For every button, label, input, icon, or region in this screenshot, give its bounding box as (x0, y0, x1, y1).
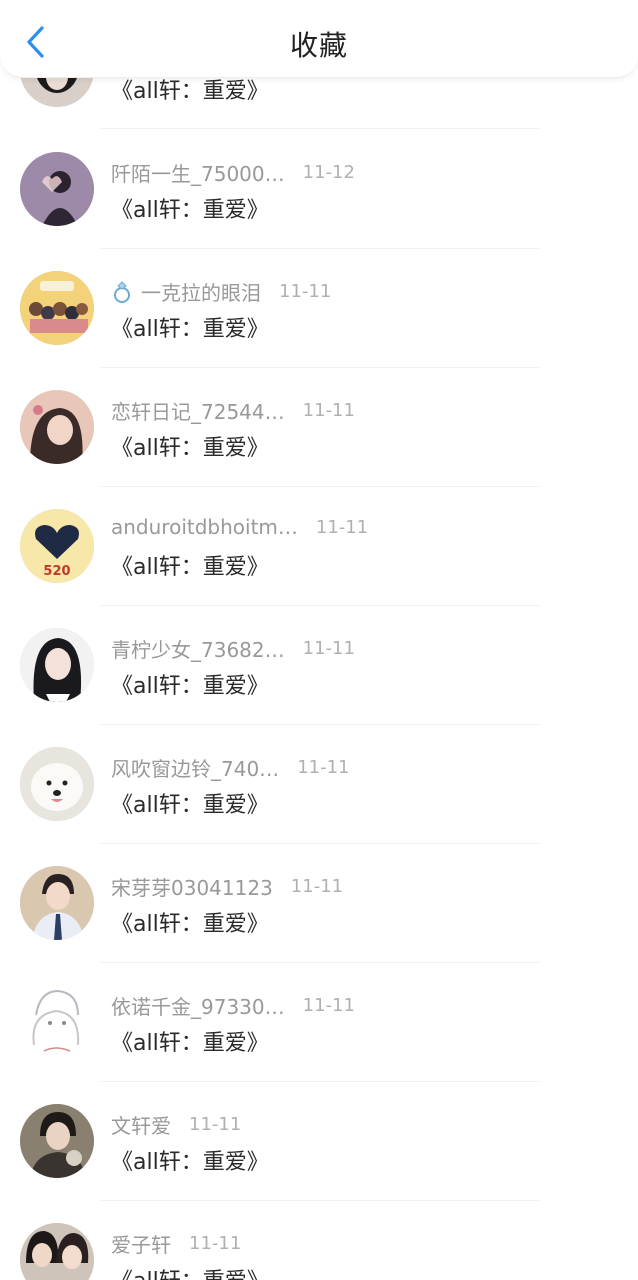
nav-header: 收藏 (0, 0, 638, 78)
post-date: 11-11 (279, 281, 332, 302)
post-date: 11-11 (189, 1114, 242, 1135)
post-title[interactable]: 《all轩：重爱》 (111, 906, 269, 938)
post-title[interactable]: 《all轩：重爱》 (111, 311, 269, 343)
divider (100, 1200, 540, 1201)
avatar[interactable] (20, 1223, 94, 1280)
username[interactable]: 依诺千金_97330… (111, 991, 285, 1020)
avatar[interactable] (20, 866, 94, 940)
list-item[interactable]: 阡陌一生_75000… 11-12 《all轩：重爱》 (0, 152, 638, 271)
avatar[interactable] (20, 152, 94, 226)
username[interactable]: 一克拉的眼泪 (141, 277, 261, 306)
divider (100, 605, 540, 606)
avatar-number: 520 (43, 564, 70, 579)
list-item[interactable]: 风吹窗边铃_740… 11-11 《all轩：重爱》 (0, 747, 638, 866)
post-title[interactable]: 《all轩：重爱》 (111, 192, 269, 224)
divider (100, 128, 540, 129)
divider (100, 1081, 540, 1082)
favorites-list: 《all轩：重爱》 阡陌一生_75000… 11-12 《all轩：重爱》 一克拉… (0, 0, 638, 1280)
post-date: 11-11 (290, 876, 344, 897)
list-item[interactable]: 文轩爱 11-11 《all轩：重爱》 (0, 1104, 638, 1223)
divider (100, 843, 540, 844)
post-title[interactable]: 《all轩：重爱》 (111, 1025, 269, 1057)
diamond-ring-icon (114, 280, 130, 303)
post-title[interactable]: 《all轩：重爱》 (111, 1263, 269, 1280)
avatar[interactable] (20, 747, 94, 821)
list-item[interactable]: 宋芽芽03041123 11-11 《all轩：重爱》 (0, 866, 638, 985)
post-date: 11-11 (189, 1233, 242, 1254)
avatar[interactable] (20, 390, 94, 464)
post-date: 11-12 (302, 162, 355, 183)
divider (100, 962, 540, 963)
username[interactable]: 文轩爱 (111, 1110, 171, 1139)
post-date: 11-11 (297, 757, 350, 778)
username[interactable]: anduroitdbhoitm… (111, 515, 298, 539)
divider (100, 367, 540, 368)
avatar[interactable] (20, 271, 94, 345)
divider (100, 248, 540, 249)
username[interactable]: 爱子轩 (111, 1229, 171, 1258)
post-date: 11-11 (302, 400, 355, 421)
list-item[interactable]: 青柠少女_73682… 11-11 《all轩：重爱》 (0, 628, 638, 747)
list-item[interactable]: 一克拉的眼泪 11-11 《all轩：重爱》 (0, 271, 638, 390)
post-title[interactable]: 《all轩：重爱》 (111, 549, 269, 581)
page-title: 收藏 (289, 29, 348, 62)
post-title[interactable]: 《all轩：重爱》 (111, 430, 269, 462)
avatar[interactable] (20, 628, 94, 702)
divider (100, 486, 540, 487)
post-date: 11-11 (302, 638, 355, 659)
post-title[interactable]: 《all轩：重爱》 (111, 1144, 269, 1176)
post-date: 11-11 (315, 516, 369, 538)
post-title[interactable]: 《all轩：重爱》 (111, 787, 269, 819)
list-item[interactable]: 520 anduroitdbhoitm… 11-11 《all轩：重爱》 (0, 509, 638, 628)
post-title[interactable]: 《all轩：重爱》 (111, 668, 269, 700)
list-item[interactable]: 爱子轩 11-11 《all轩：重爱》 (0, 1223, 638, 1280)
avatar[interactable] (20, 1104, 94, 1178)
avatar[interactable]: 520 (20, 509, 94, 583)
avatar[interactable] (20, 985, 94, 1059)
post-date: 11-11 (302, 995, 355, 1016)
username[interactable]: 恋轩日记_72544… (111, 396, 285, 425)
list-item[interactable]: 依诺千金_97330… 11-11 《all轩：重爱》 (0, 985, 638, 1104)
list-item[interactable]: 恋轩日记_72544… 11-11 《all轩：重爱》 (0, 390, 638, 509)
username[interactable]: 青柠少女_73682… (111, 634, 285, 663)
username[interactable]: 阡陌一生_75000… (111, 158, 285, 187)
username[interactable]: 风吹窗边铃_740… (111, 753, 279, 782)
username[interactable]: 宋芽芽03041123 (111, 872, 273, 901)
divider (100, 724, 540, 725)
